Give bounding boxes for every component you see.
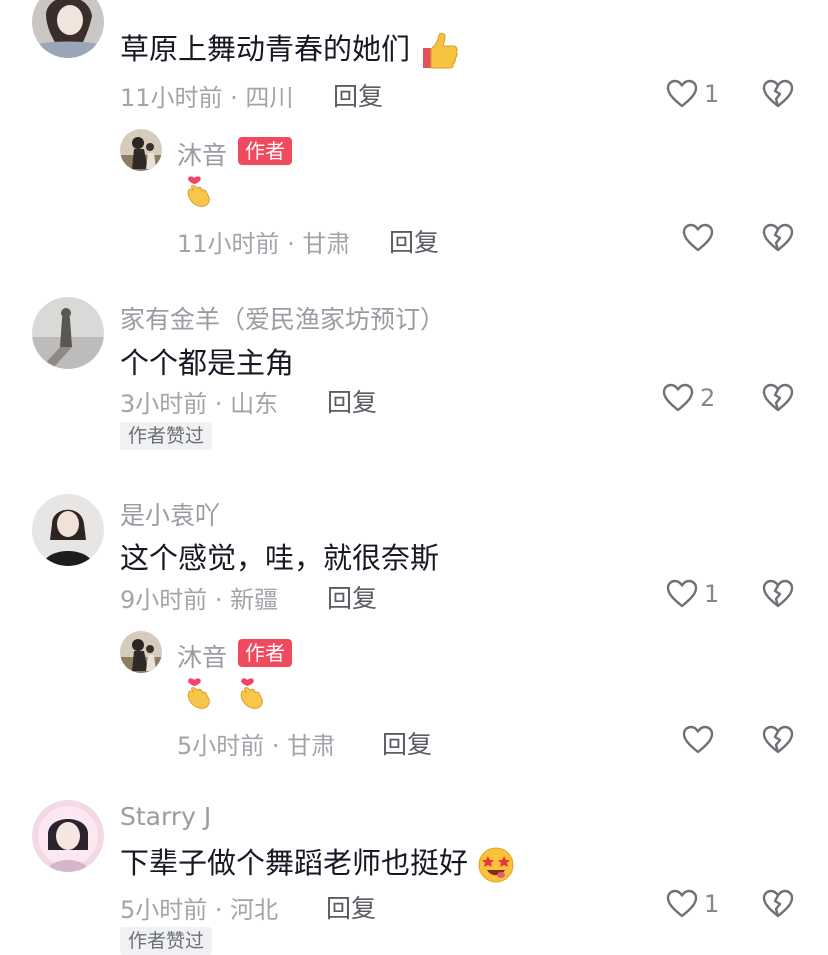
comment-text: 草原上舞动青春的她们 <box>120 26 459 70</box>
reply-button[interactable]: 回复 <box>326 889 376 925</box>
reply-author-name[interactable]: 沐音 <box>177 136 227 172</box>
avatar[interactable] <box>120 631 162 673</box>
comment-text: 下辈子做个舞蹈老师也挺好 <box>120 840 515 884</box>
comment-time-location: 11小时前 · 四川 <box>120 84 294 112</box>
reply-button[interactable]: 回复 <box>327 579 377 615</box>
broken-heart-icon <box>762 578 794 610</box>
heart-outline-icon <box>682 222 714 254</box>
reply-author-name[interactable]: 沐音 <box>177 638 227 674</box>
avatar[interactable] <box>32 800 104 872</box>
reply-button[interactable]: 回复 <box>327 383 377 419</box>
dislike-button[interactable] <box>762 222 794 258</box>
broken-heart-icon <box>762 724 794 756</box>
like-button[interactable]: 1 <box>666 578 719 610</box>
like-button[interactable] <box>682 222 714 254</box>
dislike-button[interactable] <box>762 578 794 614</box>
comment-time-location: 5小时前 · 河北 <box>120 896 279 924</box>
broken-heart-icon <box>762 888 794 920</box>
reply-button[interactable]: 回复 <box>389 223 439 259</box>
author-badge: 作者 <box>238 137 292 165</box>
author-liked-tag: 作者赞过 <box>120 422 213 450</box>
broken-heart-icon <box>762 78 794 110</box>
finger-heart-emoji <box>182 174 214 212</box>
reply-text <box>182 676 267 714</box>
heart-outline-icon <box>662 382 694 414</box>
heart-outline-icon <box>666 578 698 610</box>
comment-author-name[interactable]: 家有金羊（爱民渔家坊预订） <box>120 300 445 336</box>
like-button[interactable] <box>682 724 714 756</box>
avatar[interactable] <box>32 494 104 566</box>
comment-time-location: 9小时前 · 新疆 <box>120 586 279 614</box>
avatar[interactable] <box>32 0 104 58</box>
heart-outline-icon <box>682 724 714 756</box>
reply-time-location: 5小时前 · 甘肃 <box>177 732 336 760</box>
like-count: 1 <box>704 80 720 108</box>
comment-text: 这个感觉，哇，就很奈斯 <box>120 541 440 575</box>
broken-heart-icon <box>762 222 794 254</box>
reply-time-location: 11小时前 · 甘肃 <box>177 230 351 258</box>
heart-outline-icon <box>666 888 698 920</box>
dislike-button[interactable] <box>762 382 794 418</box>
dislike-button[interactable] <box>762 78 794 114</box>
star-struck-emoji <box>478 847 514 883</box>
reply-text <box>182 174 214 212</box>
like-button[interactable]: 2 <box>662 382 715 414</box>
broken-heart-icon <box>762 382 794 414</box>
author-liked-tag: 作者赞过 <box>120 927 213 955</box>
thumbs-up-emoji <box>423 32 458 69</box>
comment-author-name[interactable]: Starry J <box>120 802 211 831</box>
comment-time-location: 3小时前 · 山东 <box>120 390 279 418</box>
like-count: 2 <box>700 384 716 412</box>
finger-heart-emoji <box>235 676 267 714</box>
comment-author-name[interactable]: 是小袁吖 <box>120 496 220 532</box>
dislike-button[interactable] <box>762 724 794 760</box>
avatar[interactable] <box>120 129 162 171</box>
avatar[interactable] <box>32 297 104 369</box>
heart-outline-icon <box>666 78 698 110</box>
comment-text: 个个都是主角 <box>120 346 295 380</box>
dislike-button[interactable] <box>762 888 794 924</box>
reply-button[interactable]: 回复 <box>333 77 383 113</box>
like-button[interactable]: 1 <box>666 888 719 920</box>
like-count: 1 <box>704 890 720 918</box>
like-count: 1 <box>704 580 720 608</box>
author-badge: 作者 <box>238 639 292 667</box>
reply-button[interactable]: 回复 <box>382 725 432 761</box>
like-button[interactable]: 1 <box>666 78 719 110</box>
finger-heart-emoji <box>182 676 214 714</box>
